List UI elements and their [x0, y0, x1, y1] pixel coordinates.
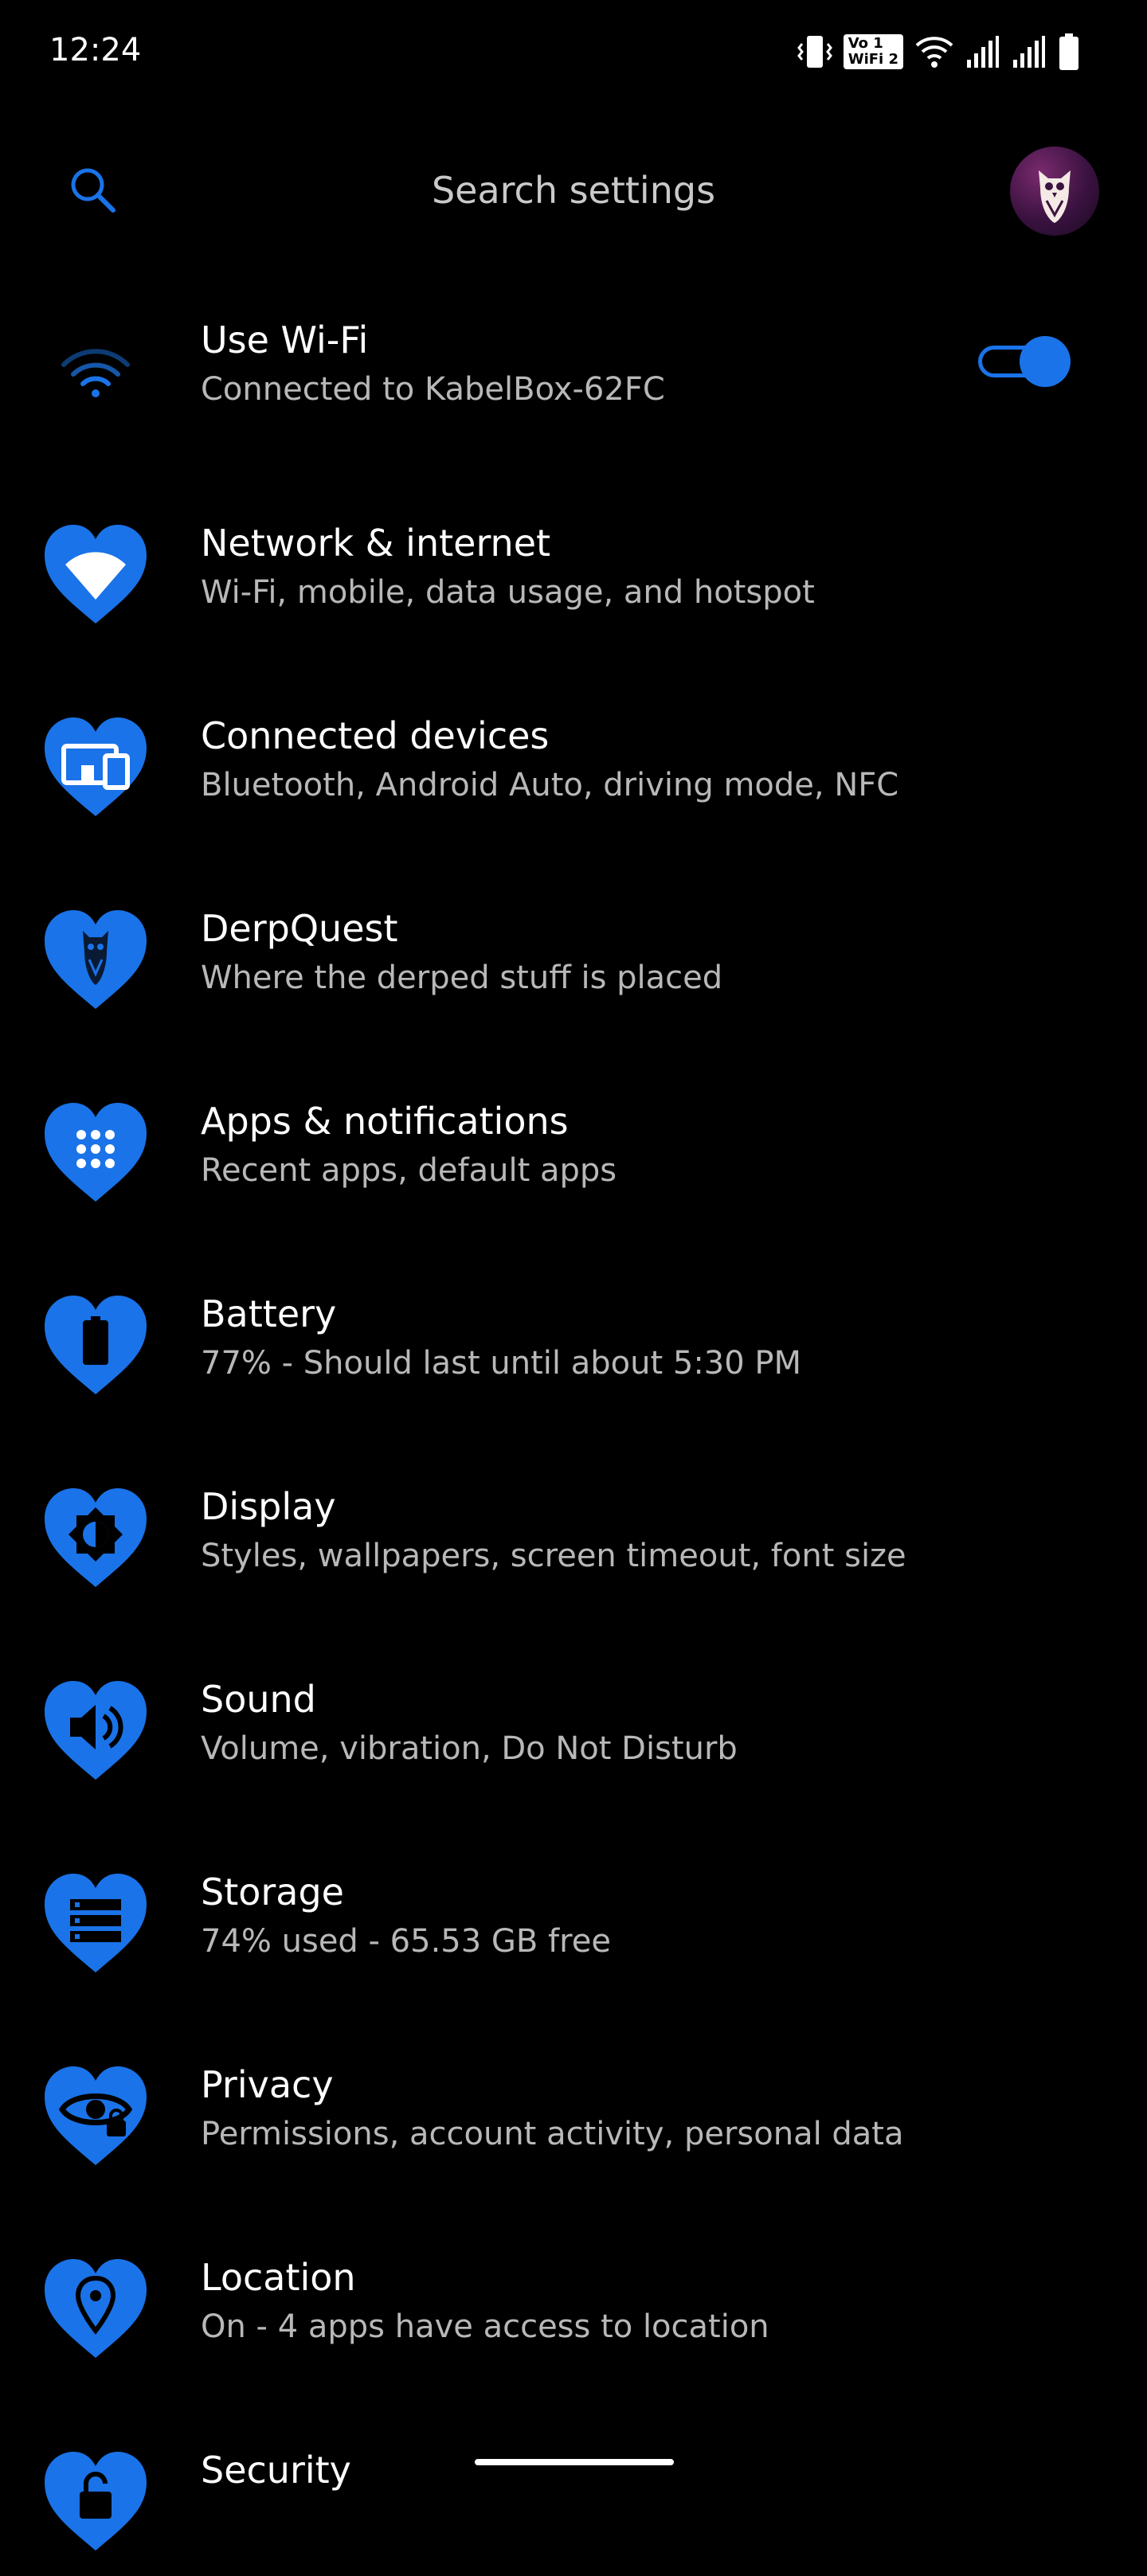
settings-item-security[interactable]: Security	[0, 2417, 1147, 2576]
row-title: Network & internet	[201, 522, 551, 565]
row-title: Sound	[201, 1678, 316, 1721]
avatar[interactable]	[1010, 147, 1099, 236]
volume-icon	[41, 1678, 150, 1783]
battery-icon	[1058, 33, 1080, 71]
lock-icon	[41, 2449, 150, 2554]
settings-item-network[interactable]: Network & internet Wi-Fi, mobile, data u…	[0, 490, 1147, 649]
privacy-eye-icon	[41, 2063, 150, 2168]
row-subtitle: Connected to KabelBox-62FC	[201, 371, 665, 408]
row-title: Connected devices	[201, 714, 550, 757]
row-title: Privacy	[201, 2063, 334, 2106]
wifi-icon	[41, 522, 150, 627]
settings-item-display[interactable]: Display Styles, wallpapers, screen timeo…	[0, 1453, 1147, 1612]
owl-icon	[41, 907, 150, 1012]
settings-item-privacy[interactable]: Privacy Permissions, account activity, p…	[0, 2031, 1147, 2191]
settings-item-apps[interactable]: Apps & notifications Recent apps, defaul…	[0, 1068, 1147, 1227]
wifi-icon	[41, 319, 150, 424]
use-wifi-row[interactable]: Use Wi-Fi Connected to KabelBox-62FC	[0, 287, 1147, 446]
volte-top: Vo 1	[848, 35, 883, 52]
battery-icon	[41, 1292, 150, 1397]
row-subtitle: Wi-Fi, mobile, data usage, and hotspot	[201, 574, 815, 611]
storage-icon	[41, 1870, 150, 1976]
row-title: Display	[201, 1485, 336, 1528]
toggle-thumb	[1020, 336, 1071, 387]
devices-icon	[41, 714, 150, 819]
settings-item-derpquest[interactable]: DerpQuest Where the derped stuff is plac…	[0, 875, 1147, 1034]
row-title: Storage	[201, 1870, 344, 1913]
row-subtitle: Styles, wallpapers, screen timeout, font…	[201, 1538, 906, 1574]
row-title: Use Wi-Fi	[201, 319, 369, 362]
settings-item-location[interactable]: Location On - 4 apps have access to loca…	[0, 2224, 1147, 2383]
row-title: Location	[201, 2256, 356, 2299]
row-subtitle: Permissions, account activity, personal …	[201, 2116, 904, 2152]
wifi-signal-icon	[914, 34, 954, 69]
settings-item-sound[interactable]: Sound Volume, vibration, Do Not Disturb	[0, 1646, 1147, 1805]
home-indicator[interactable]	[475, 2459, 674, 2465]
brightness-icon	[41, 1485, 150, 1590]
row-subtitle: 74% used - 65.53 GB free	[201, 1923, 611, 1960]
row-subtitle: On - 4 apps have access to location	[201, 2308, 769, 2345]
settings-item-battery[interactable]: Battery 77% - Should last until about 5:…	[0, 1261, 1147, 1420]
row-subtitle: Volume, vibration, Do Not Disturb	[201, 1730, 738, 1767]
settings-item-connected-devices[interactable]: Connected devices Bluetooth, Android Aut…	[0, 682, 1147, 842]
search-bar[interactable]: Search settings	[48, 143, 1099, 239]
status-bar: 12:24 Vo 1 WiFi 2	[0, 0, 1147, 104]
row-subtitle: Where the derped stuff is placed	[201, 960, 723, 996]
search-input[interactable]: Search settings	[48, 169, 1099, 212]
row-subtitle: Recent apps, default apps	[201, 1152, 617, 1189]
vibrate-icon	[797, 33, 832, 71]
cell-signal-2-icon	[1012, 34, 1047, 69]
location-pin-icon	[41, 2256, 150, 2361]
settings-item-storage[interactable]: Storage 74% used - 65.53 GB free	[0, 1839, 1147, 1998]
row-subtitle: Bluetooth, Android Auto, driving mode, N…	[201, 767, 899, 803]
row-title: Security	[201, 2449, 351, 2492]
volte-bottom: WiFi 2	[848, 51, 898, 68]
row-subtitle: 77% - Should last until about 5:30 PM	[201, 1345, 802, 1382]
row-title: DerpQuest	[201, 907, 398, 950]
apps-grid-icon	[41, 1100, 150, 1205]
status-time: 12:24	[49, 32, 142, 68]
row-title: Apps & notifications	[201, 1100, 569, 1143]
cell-signal-1-icon	[965, 34, 1000, 69]
wifi-toggle[interactable]	[978, 336, 1072, 387]
volte-wifi-icon: Vo 1 WiFi 2	[843, 34, 903, 69]
row-title: Battery	[201, 1292, 337, 1335]
status-icons: Vo 1 WiFi 2	[797, 30, 1080, 73]
